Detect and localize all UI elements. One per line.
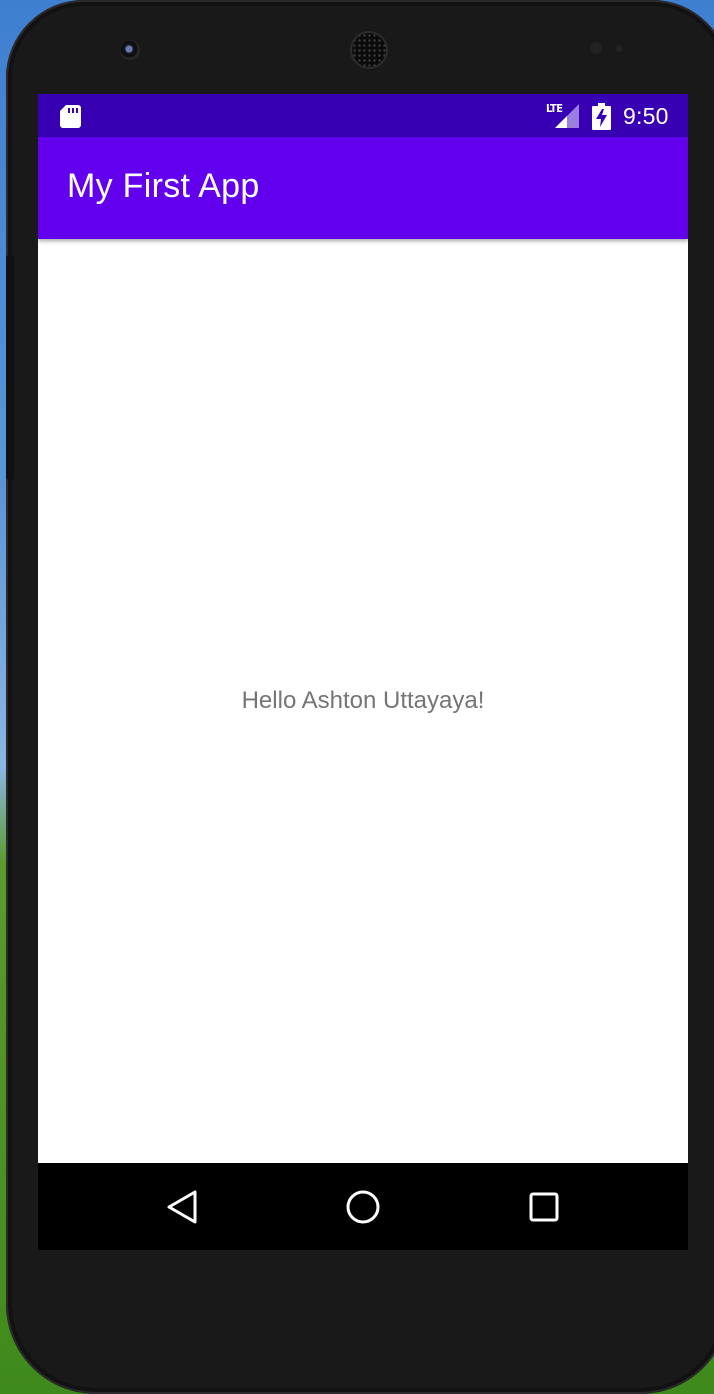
navigation-bar xyxy=(38,1163,688,1250)
status-bar: LTE 9:50 xyxy=(38,94,688,137)
proximity-sensor xyxy=(590,42,602,54)
main-content: Hello Ashton Uttayaya! xyxy=(38,239,688,1163)
battery-charging-icon xyxy=(592,103,611,130)
front-camera xyxy=(120,40,140,60)
sd-card-icon xyxy=(60,105,81,128)
recents-icon[interactable] xyxy=(526,1189,562,1225)
back-icon[interactable] xyxy=(164,1189,200,1225)
status-clock: 9:50 xyxy=(623,103,669,129)
side-button xyxy=(6,255,14,480)
earpiece-speaker xyxy=(352,33,386,67)
lte-signal-icon xyxy=(555,104,579,128)
device-screen: LTE 9:50 My First App Hello Ashton Uttay… xyxy=(38,94,688,1250)
app-bar: My First App xyxy=(38,137,688,239)
app-title: My First App xyxy=(67,167,260,205)
greeting-text: Hello Ashton Uttayaya! xyxy=(241,687,485,714)
home-icon[interactable] xyxy=(345,1189,381,1225)
light-sensor xyxy=(616,45,623,52)
